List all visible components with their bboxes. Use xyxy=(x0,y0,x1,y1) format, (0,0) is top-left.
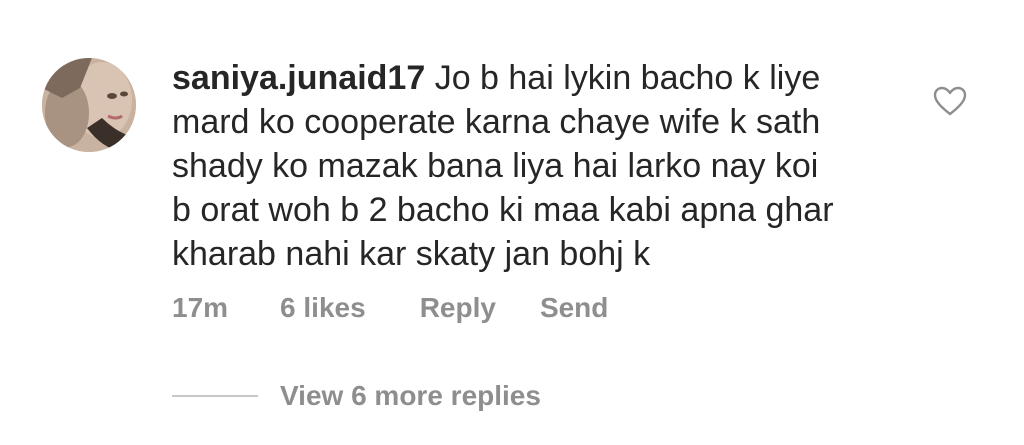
comment-username[interactable]: saniya.junaid17 xyxy=(172,59,425,97)
heart-outline-icon xyxy=(933,86,967,116)
comment-meta: 17m 6 likes Reply Send xyxy=(172,288,608,328)
avatar[interactable] xyxy=(42,58,136,152)
send-button[interactable]: Send xyxy=(540,292,608,324)
comment-likes[interactable]: 6 likes xyxy=(280,292,366,324)
comment-text-line: b orat woh b 2 bacho ki maa kabi apna gh… xyxy=(172,191,834,229)
avatar-image xyxy=(42,58,136,152)
replies-divider xyxy=(172,395,258,397)
comment-text-line: kharab nahi kar skaty jan bohj k xyxy=(172,235,651,273)
view-replies-button[interactable]: View 6 more replies xyxy=(172,376,541,416)
view-replies-label: View 6 more replies xyxy=(280,380,541,411)
comment-timestamp: 17m xyxy=(172,292,229,323)
comment: saniya.junaid17 Jo b hai lykin bacho k l… xyxy=(0,0,1024,445)
comment-text-line: mard ko cooperate karna chaye wife k sat… xyxy=(172,103,821,141)
reply-button[interactable]: Reply xyxy=(420,292,496,324)
like-button[interactable] xyxy=(933,86,967,116)
comment-body: saniya.junaid17 Jo b hai lykin bacho k l… xyxy=(172,56,912,276)
comment-text-line: Jo b hai lykin bacho k liye xyxy=(434,59,821,97)
comment-text-line: shady ko mazak bana liya hai larko nay k… xyxy=(172,147,819,185)
